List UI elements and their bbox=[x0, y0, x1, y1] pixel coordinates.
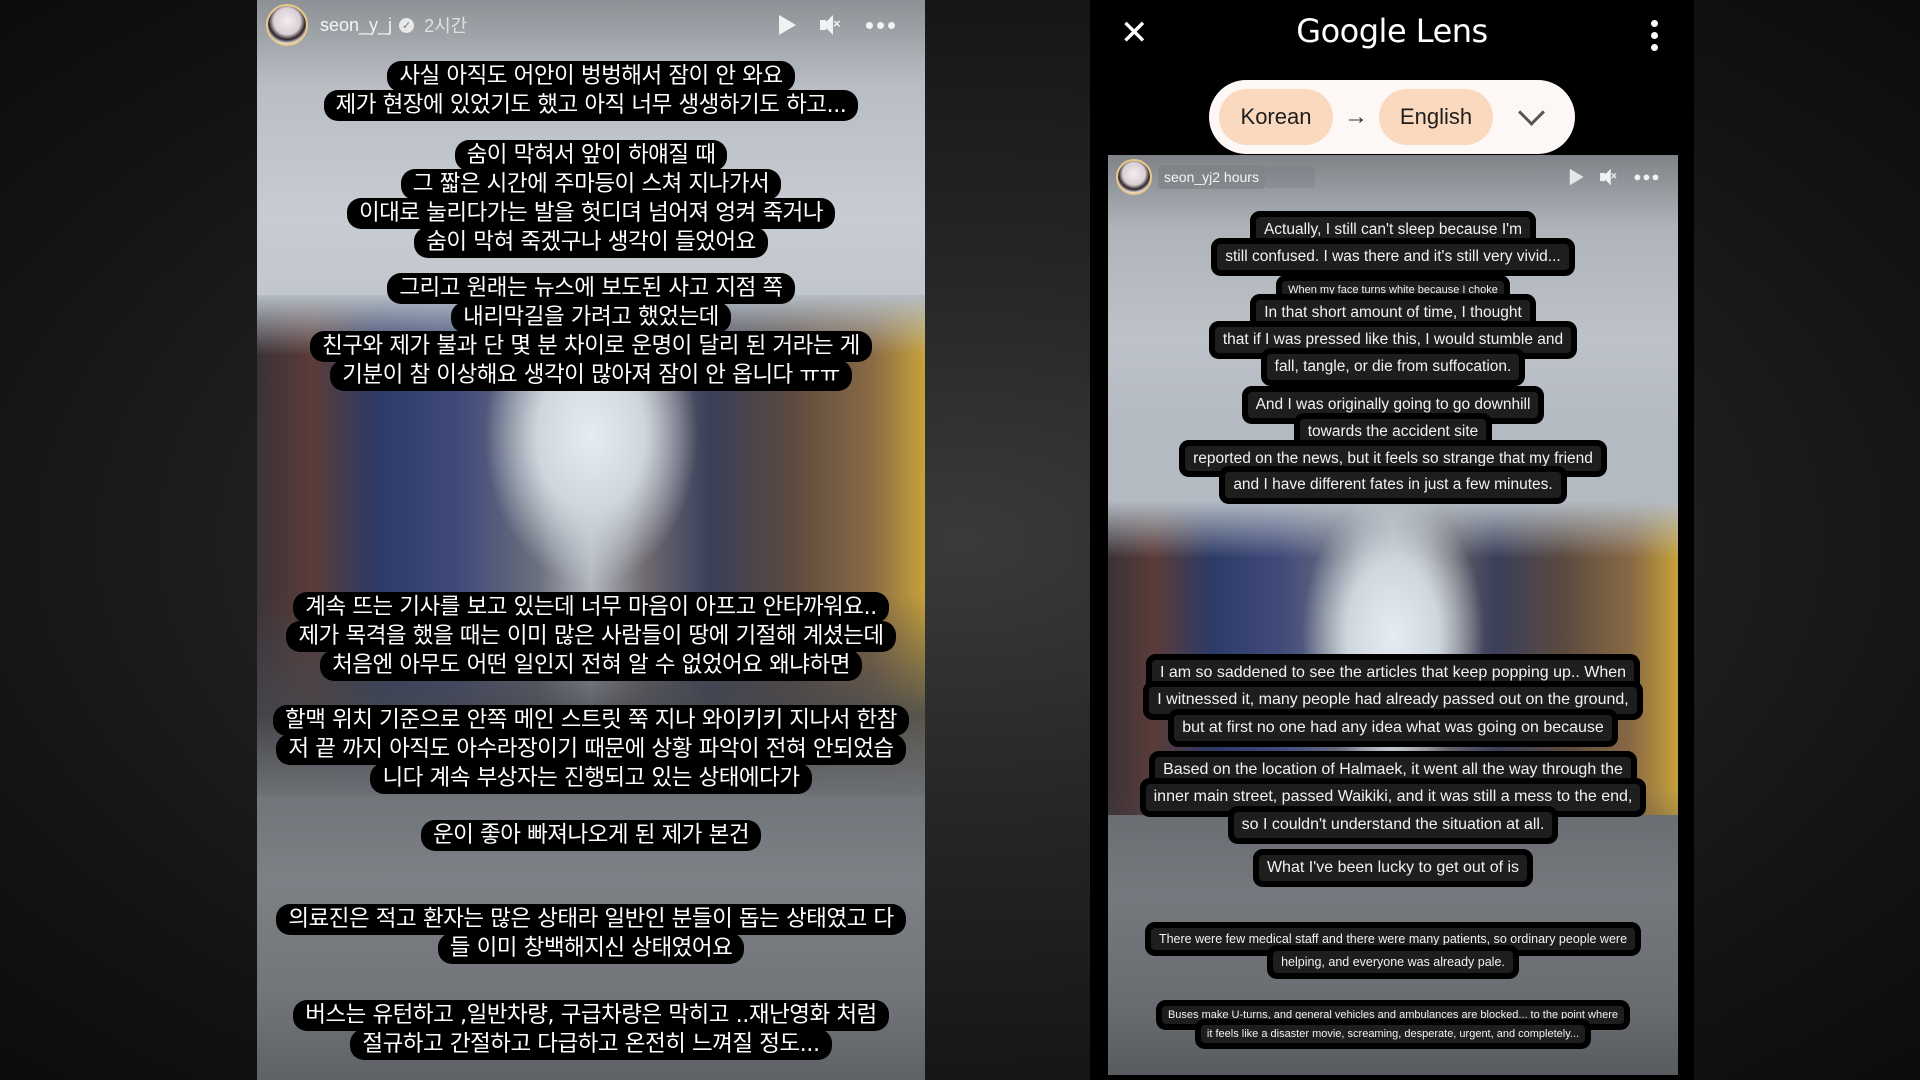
mute-icon: × bbox=[1600, 168, 1618, 186]
translated-caption-block[interactable]: Actually, I still can't sleep because I'… bbox=[1108, 217, 1678, 271]
caption-line: 들 이미 창백해지신 상태였어요 bbox=[437, 933, 745, 964]
translated-line[interactable]: I am so saddened to see the articles tha… bbox=[1151, 660, 1635, 687]
caption-line: 그 짧은 시간에 주마등이 스쳐 지나가서 bbox=[400, 169, 782, 200]
caption-line: 숨이 막혀서 앞이 하얘질 때 bbox=[454, 140, 728, 171]
source-language-button[interactable]: Korean bbox=[1219, 89, 1333, 145]
caption-line: 버스는 유턴하고 ,일반차량, 구급차량은 막히고 ..재난영화 처럼 bbox=[293, 1000, 889, 1031]
play-icon bbox=[1569, 168, 1584, 186]
caption-line: 친구와 제가 불과 단 몇 분 차이로 운명이 달리 된 거라는 게 bbox=[310, 331, 872, 362]
caption-line: 숨이 막혀 죽겠구나 생각이 들었어요 bbox=[414, 227, 768, 258]
caption-line: 의료진은 적고 환자는 많은 상태라 일반인 분들이 돕는 상태였고 다 bbox=[276, 904, 906, 935]
verified-badge-icon: ✓ bbox=[399, 17, 415, 33]
language-selector: Korean → English bbox=[1209, 80, 1575, 154]
caption-block: 숨이 막혀서 앞이 하얘질 때 그 짧은 시간에 주마등이 스쳐 지나가서 이대… bbox=[257, 140, 925, 258]
caption-line: 니다 계속 부상자는 진행되고 있는 상태에다가 bbox=[370, 763, 812, 794]
caption-line: 계속 뜨는 기사를 보고 있는데 너무 마음이 아프고 안타까워요.. bbox=[293, 592, 889, 623]
caption-block: 할맥 위치 기준으로 안쪽 메인 스트릿 쭉 지나 와이키키 지나서 한참 저 … bbox=[257, 705, 925, 794]
translated-caption-block[interactable]: When my face turns white because I choke… bbox=[1108, 281, 1678, 381]
arrow-right-icon: → bbox=[1344, 103, 1368, 130]
caption-line: 절규하고 간절하고 다급하고 온전히 느껴질 정도... bbox=[350, 1029, 832, 1060]
translated-line[interactable]: but at first no one had any idea what wa… bbox=[1174, 714, 1612, 742]
translated-line[interactable]: helping, and everyone was already pale. bbox=[1273, 951, 1513, 973]
translated-line[interactable]: There were few medical staff and there w… bbox=[1150, 928, 1636, 950]
caption-block: 계속 뜨는 기사를 보고 있는데 너무 마음이 아프고 안타까워요.. 제가 목… bbox=[257, 592, 925, 681]
translated-line[interactable]: Based on the location of Halmaek, it wen… bbox=[1155, 757, 1631, 784]
translated-caption-block[interactable]: Buses make U-turns, and general vehicles… bbox=[1108, 1006, 1678, 1044]
translated-line[interactable]: And I was originally going to go downhil… bbox=[1247, 392, 1539, 418]
target-language-button[interactable]: English bbox=[1379, 89, 1493, 145]
caption-line: 운이 좋아 빠져나오게 된 제가 본건 bbox=[420, 820, 762, 851]
caption-line: 그리고 원래는 뉴스에 보도된 사고 지점 쪽 bbox=[387, 273, 795, 304]
original-instagram-story: seon_y_j ✓ 2시간 × 사실 아직도 어안이 벙벙해서 잠이 안 와요… bbox=[257, 0, 925, 1080]
translated-line[interactable]: inner main street, passed Waikiki, and i… bbox=[1145, 784, 1641, 811]
translated-caption-block[interactable]: What I've been lucky to get out of is bbox=[1108, 855, 1678, 882]
google-logo-text: Google bbox=[1296, 12, 1407, 50]
chevron-down-icon[interactable] bbox=[1518, 98, 1545, 126]
caption-line: 내리막길을 가려고 했었는데 bbox=[451, 302, 731, 333]
translated-username-time: seon_yj2 hours bbox=[1158, 165, 1265, 189]
caption-line: 저 끝 까지 아직도 아수라장이기 때문에 상황 파악이 전혀 안되었습 bbox=[276, 734, 906, 765]
avatar[interactable] bbox=[266, 4, 308, 46]
caption-block: 그리고 원래는 뉴스에 보도된 사고 지점 쪽 내리막길을 가려고 했었는데 친… bbox=[257, 273, 925, 391]
story-header: seon_yj2 hours × bbox=[1108, 155, 1678, 199]
mute-icon[interactable]: × bbox=[820, 15, 842, 35]
translated-line[interactable]: Buses make U-turns, and general vehicles… bbox=[1161, 1006, 1625, 1025]
caption-line: 기분이 참 이상해요 생각이 많아져 잠이 안 옵니다 ㅠㅠ bbox=[330, 360, 852, 391]
google-lens-screen: ✕ Google Lens Korean → English seon_yj2 … bbox=[1090, 0, 1694, 1080]
translated-line[interactable]: What I've been lucky to get out of is bbox=[1258, 855, 1528, 882]
translated-line[interactable]: reported on the news, but it feels so st… bbox=[1185, 445, 1601, 472]
caption-line: 제가 현장에 있었기도 했고 아직 너무 생생하기도 하고... bbox=[323, 90, 859, 121]
translated-line[interactable]: still confused. I was there and it's sti… bbox=[1217, 243, 1569, 270]
caption-block: 버스는 유턴하고 ,일반차량, 구급차량은 막히고 ..재난영화 처럼 절규하고… bbox=[257, 1000, 925, 1060]
translated-story-image: seon_yj2 hours × Actually, I still can't… bbox=[1108, 155, 1678, 1075]
post-time: 2시간 bbox=[424, 16, 468, 36]
translated-line[interactable]: When my face turns white because I choke bbox=[1282, 281, 1504, 300]
caption-block: 사실 아직도 어안이 벙벙해서 잠이 안 와요 제가 현장에 있었기도 했고 아… bbox=[257, 61, 925, 121]
more-vert-icon[interactable] bbox=[1651, 20, 1658, 51]
lens-logo-text: Lens bbox=[1415, 12, 1488, 50]
caption-block: 운이 좋아 빠져나오게 된 제가 본건 bbox=[257, 820, 925, 851]
translated-caption-block[interactable]: Based on the location of Halmaek, it wen… bbox=[1108, 757, 1678, 839]
translated-line[interactable]: In that short amount of time, I thought bbox=[1256, 300, 1530, 326]
lens-top-bar: ✕ Google Lens bbox=[1090, 0, 1694, 68]
caption-line: 제가 목격을 했을 때는 이미 많은 사람들이 땅에 기절해 계셨는데 bbox=[286, 621, 896, 652]
more-icon[interactable] bbox=[866, 21, 895, 29]
username[interactable]: seon_y_j bbox=[320, 15, 392, 36]
translated-line[interactable]: it feels like a disaster movie, screamin… bbox=[1200, 1025, 1586, 1044]
caption-line: 할맥 위치 기준으로 안쪽 메인 스트릿 쭉 지나 와이키키 지나서 한참 bbox=[273, 705, 909, 736]
caption-line: 처음엔 아무도 어떤 일인지 전혀 알 수 없었어요 왜냐하면 bbox=[320, 650, 862, 681]
play-icon[interactable] bbox=[779, 15, 796, 35]
lens-title: Google Lens bbox=[1090, 12, 1694, 50]
caption-line: 이대로 눌리다가는 발을 헛디뎌 넘어져 엉켜 죽거나 bbox=[346, 198, 836, 229]
translated-line[interactable]: fall, tangle, or die from suffocation. bbox=[1266, 353, 1520, 380]
translated-line[interactable]: Actually, I still can't sleep because I'… bbox=[1255, 217, 1531, 243]
translated-line[interactable]: that if I was pressed like this, I would… bbox=[1214, 326, 1572, 353]
story-header: seon_y_j ✓ 2시간 × bbox=[257, 0, 925, 50]
translated-caption-block[interactable]: And I was originally going to go downhil… bbox=[1108, 392, 1678, 499]
translated-caption-block[interactable]: I am so saddened to see the articles tha… bbox=[1108, 660, 1678, 742]
translated-caption-block[interactable]: There were few medical staff and there w… bbox=[1108, 928, 1678, 974]
caption-line: 사실 아직도 어안이 벙벙해서 잠이 안 와요 bbox=[387, 61, 795, 92]
avatar bbox=[1116, 159, 1152, 195]
more-icon bbox=[1634, 174, 1659, 180]
translated-line[interactable]: I witnessed it, many people had already … bbox=[1149, 687, 1637, 714]
translated-line[interactable]: so I couldn't understand the situation a… bbox=[1233, 811, 1553, 839]
caption-block: 의료진은 적고 환자는 많은 상태라 일반인 분들이 돕는 상태였고 다 들 이… bbox=[257, 904, 925, 964]
translated-line[interactable]: and I have different fates in just a few… bbox=[1225, 472, 1561, 499]
translation-overlay bbox=[1264, 166, 1315, 188]
translated-line[interactable]: towards the accident site bbox=[1299, 418, 1487, 445]
